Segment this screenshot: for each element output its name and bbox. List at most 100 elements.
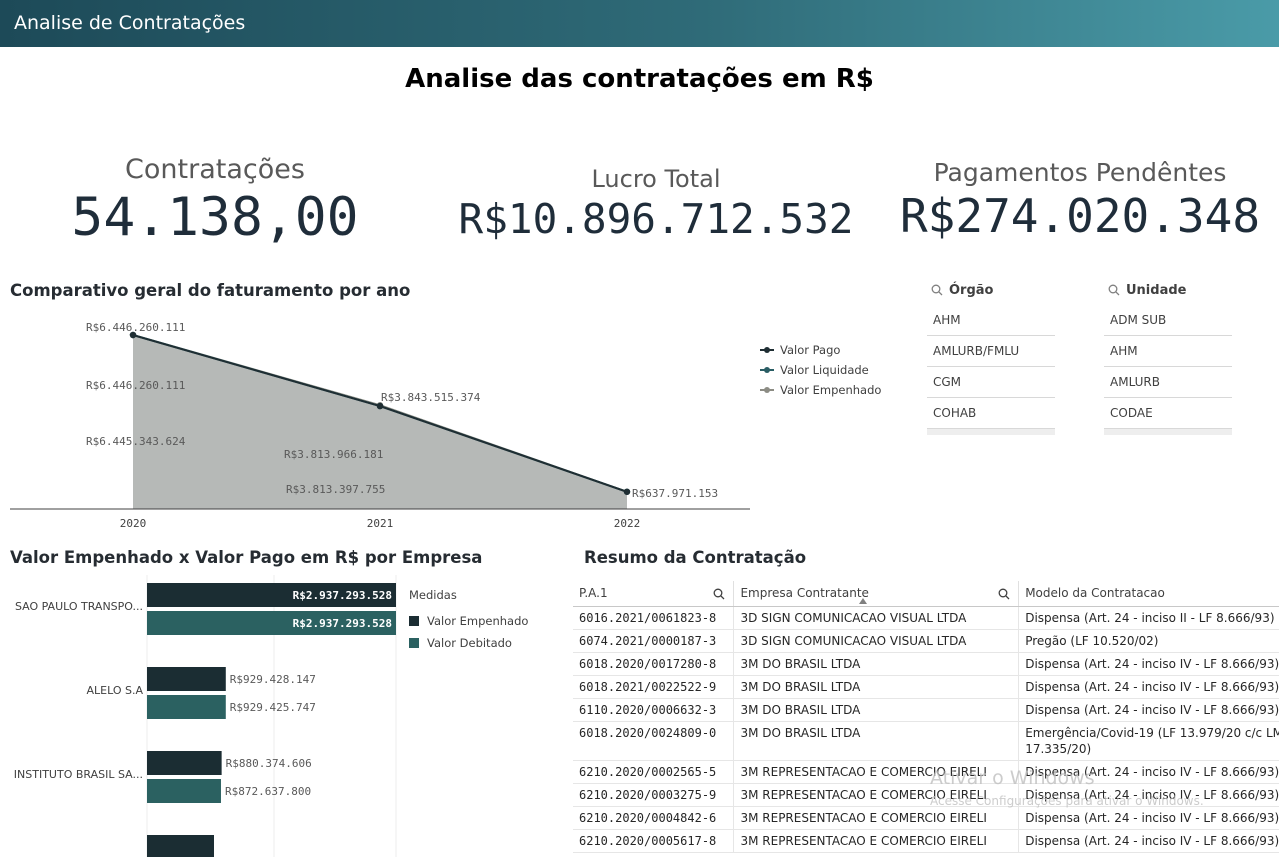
filter-scrollbar[interactable]: [1104, 429, 1232, 435]
table-cell[interactable]: 6110.2020/0006632-3: [573, 698, 735, 722]
bar-valor-empenhado[interactable]: [147, 667, 226, 691]
table-cell[interactable]: 6018.2020/0024809-0: [573, 721, 735, 761]
filter-option[interactable]: CODAE: [1104, 398, 1232, 429]
kpi-value: R$10.896.712.532: [458, 195, 854, 243]
contratacao-table[interactable]: P.A.1 Empresa Contratante Modelo da Cont…: [573, 581, 1279, 857]
bar-valor-empenhado[interactable]: [147, 751, 222, 775]
search-icon[interactable]: [998, 588, 1010, 600]
table-row[interactable]: 6210.2020/0003275-9 3M REPRESENTACAO E CO…: [573, 783, 1279, 807]
bar-valor-debitado[interactable]: [147, 779, 221, 803]
legend-item-valor-pago[interactable]: Valor Pago: [760, 343, 840, 357]
table-cell[interactable]: Dispensa (Art. 24 - inciso IV - LF 8.666…: [1018, 829, 1279, 853]
table-cell[interactable]: 6016.2021/0061823-8: [573, 606, 735, 630]
kpi-pagamentos-pendentes: Pagamentos Pendêntes R$274.020.348: [885, 158, 1275, 243]
table-cell[interactable]: 6018.2020/0017280-8: [573, 652, 735, 676]
table-cell[interactable]: Dispensa (Art. 24 - inciso IV - LF 8.666…: [1018, 760, 1279, 784]
x-tick-label: 2022: [614, 517, 641, 530]
data-label: R$637.971.153: [632, 487, 718, 500]
kpi-label: Contratações: [125, 154, 305, 185]
filter-option[interactable]: AMLURB: [1104, 367, 1232, 398]
table-row[interactable]: 6210.2020/0005617-8 3M REPRESENTACAO E CO…: [573, 829, 1279, 853]
table-cell[interactable]: 6018.2021/0022522-9: [573, 675, 735, 699]
legend-label: Valor Pago: [780, 343, 841, 357]
table-row[interactable]: 6018.2020/0024809-0 3M DO BRASIL LTDA Emer…: [573, 721, 1279, 761]
table-cell[interactable]: 3M DO BRASIL LTDA: [733, 698, 1020, 722]
table-row[interactable]: 6018.2020/0017280-8 3M DO BRASIL LTDA Disp…: [573, 652, 1279, 676]
bar-value-label: R$929.425.747: [230, 701, 316, 714]
table-row[interactable]: 6210.2020/0004842-6 3M REPRESENTACAO E CO…: [573, 806, 1279, 830]
table-cell[interactable]: Pregão (LF 10.520/02): [1018, 629, 1279, 653]
table-cell[interactable]: 3D SIGN COMUNICACAO VISUAL LTDA: [733, 606, 1020, 630]
filter-option[interactable]: AHM: [927, 305, 1055, 336]
legend-item-valor-empenhado[interactable]: Valor Empenhado: [409, 614, 528, 628]
legend-item-valor-debitado[interactable]: Valor Debitado: [409, 636, 528, 650]
table-row[interactable]: 6016.2021/0061823-8 3D SIGN COMUNICACAO V…: [573, 606, 1279, 630]
app-title: Analise de Contratações: [14, 12, 246, 34]
table-row[interactable]: 6018.2021/0022522-9 3M DO BRASIL LTDA Disp…: [573, 675, 1279, 699]
legend-swatch: [409, 616, 419, 626]
table-cell[interactable]: 3M REPRESENTACAO E COMERCIO EIRELI: [733, 806, 1020, 830]
kpi-lucro-total: Lucro Total R$10.896.712.532: [456, 165, 856, 243]
filter-label: Órgão: [949, 282, 994, 298]
filter-orgao[interactable]: Órgão AHM AMLURB/FMLU CGM COHAB: [927, 275, 1055, 435]
search-icon: [931, 284, 943, 296]
table-cell[interactable]: 3M DO BRASIL LTDA: [733, 675, 1020, 699]
legend-marker-icon: [760, 346, 774, 354]
filter-scrollbar[interactable]: [927, 429, 1055, 435]
category-label[interactable]: SAO PAULO TRANSPO...: [15, 600, 143, 613]
search-icon[interactable]: [713, 588, 725, 600]
table-cell[interactable]: 6210.2020/0002565-5: [573, 760, 735, 784]
bar-valor-empenhado[interactable]: [147, 835, 214, 857]
table-cell[interactable]: 3M DO BRASIL LTDA: [733, 652, 1020, 676]
table-cell[interactable]: Dispensa (Art. 24 - inciso II - LF 8.666…: [1018, 606, 1279, 630]
filter-unidade[interactable]: Unidade ADM SUB AHM AMLURB CODAE: [1104, 275, 1232, 435]
column-header-modelo[interactable]: Modelo da Contratacao: [1018, 581, 1279, 607]
table-cell[interactable]: 6210.2020/0003275-9: [573, 783, 735, 807]
legend-label: Valor Debitado: [427, 636, 512, 650]
column-header-empresa[interactable]: Empresa Contratante: [733, 581, 1020, 607]
data-point[interactable]: [623, 488, 631, 495]
table-cell[interactable]: Dispensa (Art. 24 - inciso IV - LF 8.666…: [1018, 675, 1279, 699]
table-cell[interactable]: 3D SIGN COMUNICACAO VISUAL LTDA: [733, 629, 1020, 653]
data-label: R$6.446.260.111: [86, 321, 185, 334]
line-chart-title: Comparativo geral do faturamento por ano: [10, 281, 411, 300]
column-header-pa[interactable]: P.A.1: [573, 581, 735, 607]
table-cell[interactable]: 6210.2020/0005617-8: [573, 829, 735, 853]
table-row[interactable]: 6210.2020/0002565-5 3M REPRESENTACAO E CO…: [573, 760, 1279, 784]
legend-item-valor-empenhado[interactable]: Valor Empenhado: [760, 383, 881, 397]
bar-valor-debitado[interactable]: [147, 695, 226, 719]
filter-option[interactable]: ADM SUB: [1104, 305, 1232, 336]
table-cell[interactable]: 6074.2021/0000187-3: [573, 629, 735, 653]
sort-ascending-icon: [859, 598, 868, 604]
data-label: R$6.446.260.111: [86, 379, 185, 392]
table-cell[interactable]: Dispensa (Art. 24 - inciso IV - LF 8.666…: [1018, 783, 1279, 807]
filter-option[interactable]: AMLURB/FMLU: [927, 336, 1055, 367]
legend-item-valor-liquidade[interactable]: Valor Liquidade: [760, 363, 869, 377]
bar-value-label: R$2.937.293.528: [293, 617, 392, 630]
bar-chart[interactable]: SAO PAULO TRANSPO... R$2.937.293.528 R$2.9…: [0, 575, 400, 857]
table-cell[interactable]: Dispensa (Art. 24 - inciso IV - LF 8.666…: [1018, 652, 1279, 676]
table-row[interactable]: 6110.2020/0006632-3 3M DO BRASIL LTDA Disp…: [573, 698, 1279, 722]
filter-header[interactable]: Unidade: [1104, 275, 1232, 305]
filter-option[interactable]: AHM: [1104, 336, 1232, 367]
category-label[interactable]: INSTITUTO BRASIL SA...: [14, 768, 143, 781]
table-cell[interactable]: 6210.2020/0004842-6: [573, 806, 735, 830]
bar-value-label: R$880.374.606: [226, 757, 312, 770]
category-label[interactable]: ALELO S.A: [87, 684, 144, 697]
area-chart[interactable]: 2020 2021 2022 R$6.446.260.111 R$6.446.260.1…: [0, 305, 760, 540]
table-cell[interactable]: 3M REPRESENTACAO E COMERCIO EIRELI: [733, 760, 1020, 784]
table-cell[interactable]: Dispensa (Art. 24 - inciso IV - LF 8.666…: [1018, 806, 1279, 830]
table-cell[interactable]: 3M DO BRASIL LTDA: [733, 721, 1020, 761]
table-cell[interactable]: 3M REPRESENTACAO E COMERCIO EIRELI: [733, 829, 1020, 853]
table-row[interactable]: 6074.2021/0000187-3 3D SIGN COMUNICACAO V…: [573, 629, 1279, 653]
filter-header[interactable]: Órgão: [927, 275, 1055, 305]
x-tick-label: 2021: [367, 517, 394, 530]
data-label: R$3.843.515.374: [381, 391, 481, 404]
filter-option[interactable]: COHAB: [927, 398, 1055, 429]
kpi-contratacoes: Contratações 54.138,00: [60, 154, 370, 248]
column-header-label: P.A.1: [579, 586, 608, 601]
table-cell[interactable]: Emergência/Covid-19 (LF 13.979/20 c/c LM…: [1018, 721, 1279, 761]
table-cell[interactable]: Dispensa (Art. 24 - inciso IV - LF 8.666…: [1018, 698, 1279, 722]
table-cell[interactable]: 3M REPRESENTACAO E COMERCIO EIRELI: [733, 783, 1020, 807]
filter-option[interactable]: CGM: [927, 367, 1055, 398]
